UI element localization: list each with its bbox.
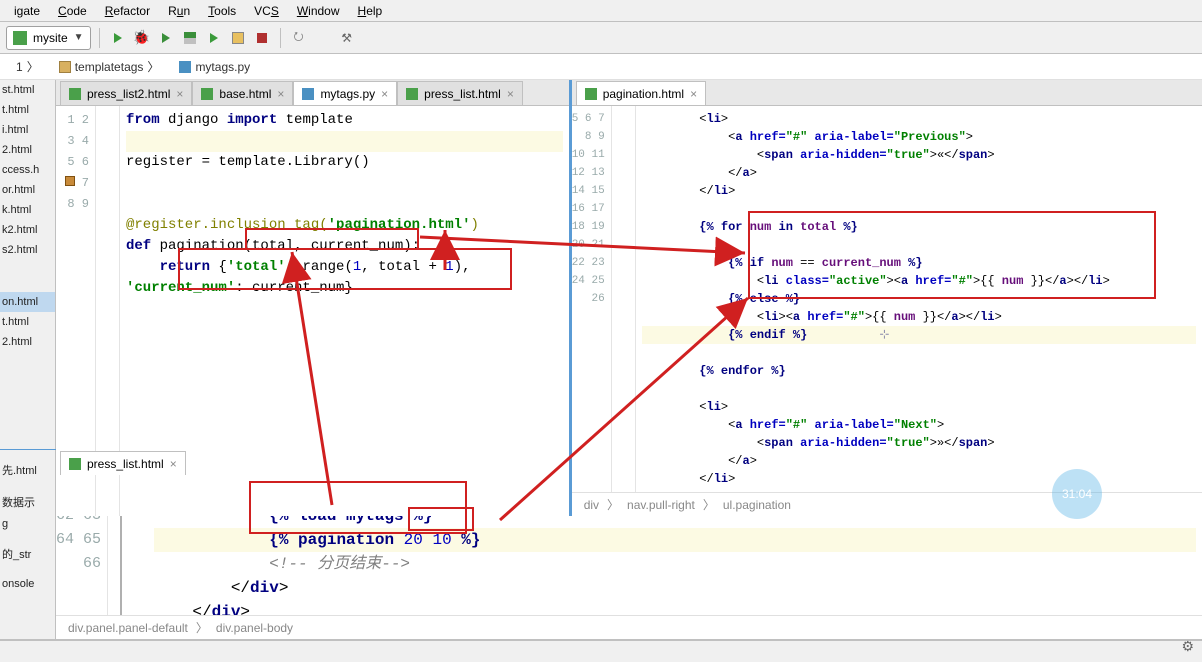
git-button[interactable]: ⭮ xyxy=(289,28,309,48)
tab-bar-right: pagination.html× xyxy=(572,80,1202,106)
settings-button[interactable]: ⚒ xyxy=(337,28,357,48)
tab-press-list[interactable]: press_list.html× xyxy=(397,81,523,105)
tab-base[interactable]: base.html× xyxy=(192,81,293,105)
run-with-coverage-button[interactable] xyxy=(156,28,176,48)
tab-mytags[interactable]: mytags.py× xyxy=(293,81,397,105)
attach-button[interactable] xyxy=(228,28,248,48)
tab-pagination[interactable]: pagination.html× xyxy=(576,81,706,105)
crumb-root[interactable]: 1〉 xyxy=(8,56,47,77)
menu-help[interactable]: Help xyxy=(350,2,391,20)
timestamp-overlay: 31:04 xyxy=(1052,469,1102,519)
editor-right[interactable]: pagination.html× 5 6 7 8 9 10 11 12 13 1… xyxy=(572,80,1202,516)
crumb-folder[interactable]: templatetags〉 xyxy=(51,56,168,77)
close-icon[interactable]: × xyxy=(507,87,514,101)
close-icon[interactable]: × xyxy=(381,87,388,101)
tab-press-list-bottom[interactable]: press_list.html× xyxy=(60,451,186,475)
menu-window[interactable]: Window xyxy=(289,2,348,20)
tab-bar-left: press_list2.html× base.html× mytags.py× … xyxy=(56,80,569,106)
close-icon[interactable]: × xyxy=(277,87,284,101)
crumb-file[interactable]: mytags.py xyxy=(171,58,258,76)
line-gutter: 5 6 7 8 9 10 11 12 13 14 15 16 17 18 19 … xyxy=(572,106,612,492)
menu-navigate[interactable]: igate xyxy=(6,2,48,20)
run-button[interactable] xyxy=(108,28,128,48)
structure-breadcrumb-bottom[interactable]: div.panel.panel-default〉div.panel-body xyxy=(56,615,1202,639)
debug-button[interactable]: 🐞 xyxy=(132,28,152,48)
menu-tools[interactable]: Tools xyxy=(200,2,244,20)
menu-code[interactable]: Code xyxy=(50,2,95,20)
close-icon[interactable]: × xyxy=(176,87,183,101)
structure-breadcrumb[interactable]: div〉nav.pull-right〉ul.pagination xyxy=(572,492,1202,516)
navigation-bar: 1〉 templatetags〉 mytags.py xyxy=(0,54,1202,80)
code-area-pagination[interactable]: <li> <a href="#" aria-label="Previous"> … xyxy=(636,106,1202,492)
code-area-mytags[interactable]: from django import template register = t… xyxy=(120,106,569,516)
project-tree-bottom[interactable]: 先.html 数据示 g 的_str onsole xyxy=(0,450,56,639)
close-icon[interactable]: × xyxy=(170,457,177,471)
menu-run[interactable]: Run xyxy=(160,2,198,20)
close-icon[interactable]: × xyxy=(690,87,697,101)
toolbar: mysite ▼ 🐞 ⭮ ⚒ xyxy=(0,22,1202,54)
stop-button[interactable] xyxy=(252,28,272,48)
run-button-2[interactable] xyxy=(204,28,224,48)
profile-button[interactable] xyxy=(180,28,200,48)
tab-press-list2[interactable]: press_list2.html× xyxy=(60,81,192,105)
run-config-dropdown[interactable]: mysite ▼ xyxy=(6,26,91,50)
menu-bar: igate Code Refactor Run Tools VCS Window… xyxy=(0,0,1202,22)
project-tree[interactable]: st.html t.html i.html 2.html ccess.h or.… xyxy=(0,80,56,449)
menu-vcs[interactable]: VCS xyxy=(246,2,287,20)
gear-icon[interactable]: ⚙ xyxy=(1181,638,1194,655)
menu-refactor[interactable]: Refactor xyxy=(97,2,158,20)
